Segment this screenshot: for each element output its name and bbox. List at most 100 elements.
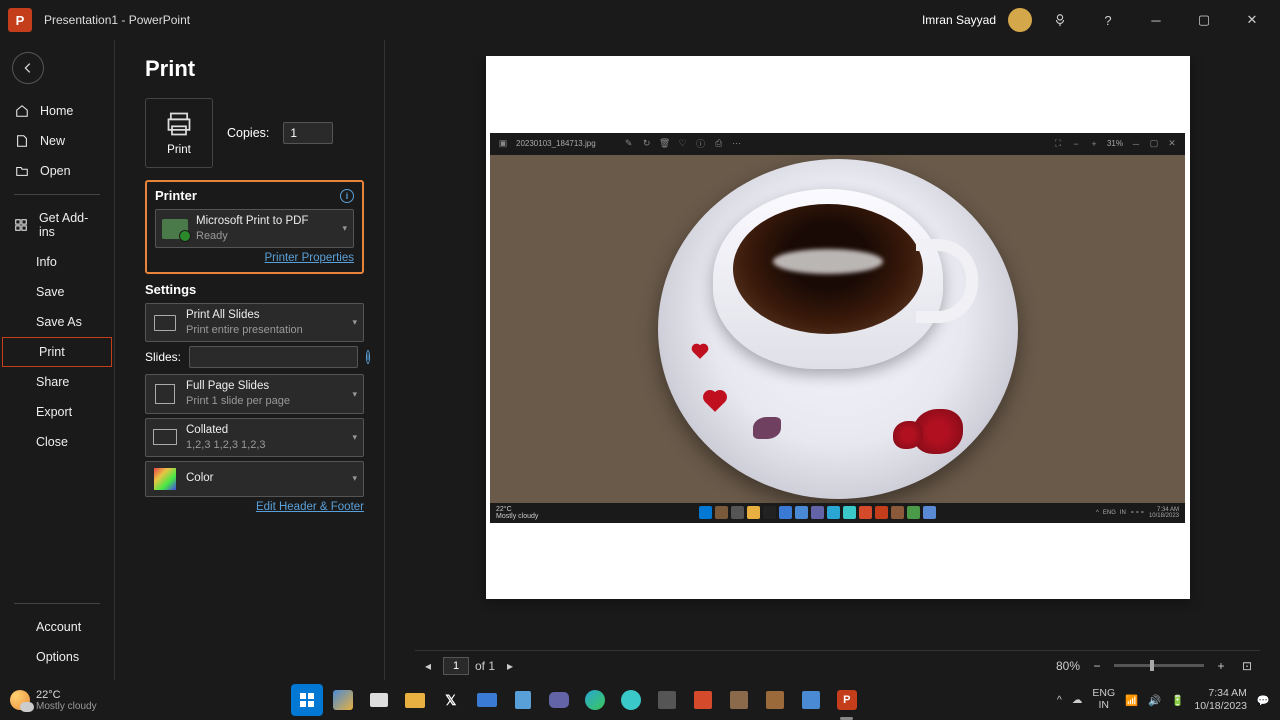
back-button[interactable]: [12, 52, 44, 84]
help-icon[interactable]: ?: [1088, 0, 1128, 40]
rotate-icon: ↻: [642, 139, 652, 149]
maximize-button[interactable]: ▢: [1184, 0, 1224, 40]
user-name[interactable]: Imran Sayyad: [922, 13, 996, 27]
taskbar-app-icon: [795, 506, 808, 519]
notifications-icon[interactable]: 💬: [1257, 694, 1270, 707]
next-page-button[interactable]: ▸: [501, 657, 519, 675]
layout-sub: Print 1 slide per page: [186, 394, 344, 408]
more-icon: ⋯: [732, 139, 742, 149]
zoom-slider[interactable]: [1114, 664, 1204, 667]
nav-open[interactable]: Open: [0, 156, 114, 186]
zoom-in-button[interactable]: +: [1212, 657, 1230, 675]
embedded-weather: Mostly cloudy: [496, 513, 538, 520]
maximize-icon: ▢: [1149, 139, 1159, 149]
taskbar-app-icon: [699, 506, 712, 519]
taskbar-app-icon: [763, 506, 776, 519]
taskbar-app[interactable]: [759, 684, 791, 716]
slide-content: ▣ 20230103_184713.jpg ✎ ↻ 🗑 ♡ ⓘ ⎙ ⋯: [490, 133, 1185, 523]
file-explorer[interactable]: [399, 684, 431, 716]
discord-app[interactable]: [543, 684, 575, 716]
color-title: Color: [186, 471, 344, 486]
nav-label: Info: [36, 255, 57, 269]
powerpoint-app[interactable]: P: [831, 684, 863, 716]
taskbar-app-icon: [747, 506, 760, 519]
nav-saveas[interactable]: Save As: [0, 307, 114, 337]
layout-title: Full Page Slides: [186, 379, 344, 394]
page-title: Print: [145, 56, 364, 82]
zoom-out-button[interactable]: −: [1088, 657, 1106, 675]
onedrive-icon[interactable]: ☁: [1072, 694, 1083, 706]
info-icon: ⓘ: [696, 139, 706, 149]
mail-app[interactable]: [471, 684, 503, 716]
prev-page-button[interactable]: ◂: [419, 657, 437, 675]
print-button[interactable]: Print: [145, 98, 213, 168]
copies-input[interactable]: [283, 122, 333, 144]
new-icon: [14, 134, 30, 148]
taskbar-app[interactable]: [327, 684, 359, 716]
minimize-button[interactable]: ─: [1136, 0, 1176, 40]
edge-browser[interactable]: [579, 684, 611, 716]
volume-icon[interactable]: 🔊: [1148, 694, 1161, 707]
taskbar-app[interactable]: [615, 684, 647, 716]
clock-time[interactable]: 7:34 AM: [1194, 687, 1247, 700]
layout-dropdown[interactable]: Full Page Slides Print 1 slide per page …: [145, 374, 364, 413]
info-icon[interactable]: i: [340, 189, 354, 203]
printer-properties-link[interactable]: Printer Properties: [155, 252, 354, 264]
coffee-photo: [490, 155, 1185, 503]
printer-device-icon: [162, 219, 188, 239]
mic-icon[interactable]: [1040, 0, 1080, 40]
slides-input[interactable]: [189, 346, 358, 368]
nav-info[interactable]: Info: [0, 247, 114, 277]
tray-chevron-icon[interactable]: ^: [1057, 694, 1062, 706]
collate-sub: 1,2,3 1,2,3 1,2,3: [186, 438, 344, 452]
taskbar-app[interactable]: [723, 684, 755, 716]
user-avatar[interactable]: [1008, 8, 1032, 32]
close-button[interactable]: ✕: [1232, 0, 1272, 40]
taskbar-app[interactable]: [687, 684, 719, 716]
nav-options[interactable]: Options: [0, 642, 114, 672]
taskbar-app-icon: [779, 506, 792, 519]
color-dropdown[interactable]: Color ▾: [145, 461, 364, 497]
print-range-dropdown[interactable]: Print All Slides Print entire presentati…: [145, 303, 364, 342]
nav-print[interactable]: Print: [2, 337, 112, 367]
wifi-icon[interactable]: 📶: [1125, 694, 1138, 707]
info-icon[interactable]: i: [366, 350, 370, 364]
taskbar-app[interactable]: [651, 684, 683, 716]
embedded-filename: 20230103_184713.jpg: [516, 139, 596, 148]
printer-icon: [165, 110, 193, 138]
nav-addins[interactable]: Get Add-ins: [0, 203, 114, 247]
nav-share[interactable]: Share: [0, 367, 114, 397]
copies-label: Copies:: [227, 126, 269, 140]
start-button[interactable]: [291, 684, 323, 716]
nav-new[interactable]: New: [0, 126, 114, 156]
close-icon: ✕: [1167, 139, 1177, 149]
titlebar: P Presentation1 - PowerPoint Imran Sayya…: [0, 0, 1280, 40]
weather-widget[interactable]: 22°C Mostly cloudy: [10, 689, 97, 712]
page-input[interactable]: [443, 657, 469, 675]
nav-save[interactable]: Save: [0, 277, 114, 307]
nav-close[interactable]: Close: [0, 427, 114, 457]
nav-divider: [14, 603, 100, 604]
color-icon: [154, 468, 176, 490]
nav-label: Get Add-ins: [39, 211, 100, 239]
zoom-fit-button[interactable]: ⊡: [1238, 657, 1256, 675]
taskbar-app[interactable]: [795, 684, 827, 716]
collate-icon: [153, 429, 177, 445]
battery-icon[interactable]: 🔋: [1171, 694, 1184, 707]
nav-label: New: [40, 134, 65, 148]
taskbar-app[interactable]: [363, 684, 395, 716]
printer-heading: Printer: [155, 188, 197, 203]
edit-header-footer-link[interactable]: Edit Header & Footer: [145, 501, 364, 513]
slides-icon: [154, 315, 176, 331]
nav-account[interactable]: Account: [0, 612, 114, 642]
embedded-zoom: 31%: [1107, 139, 1123, 149]
nav-export[interactable]: Export: [0, 397, 114, 427]
printer-name: Microsoft Print to PDF: [196, 214, 334, 229]
taskbar-app[interactable]: 𝕏: [435, 684, 467, 716]
nav-label: Close: [36, 435, 68, 449]
nav-home[interactable]: Home: [0, 96, 114, 126]
taskbar-app[interactable]: [507, 684, 539, 716]
print-icon: ⎙: [714, 139, 724, 149]
collate-dropdown[interactable]: Collated 1,2,3 1,2,3 1,2,3 ▾: [145, 418, 364, 457]
printer-dropdown[interactable]: Microsoft Print to PDF Ready ▾: [155, 209, 354, 248]
